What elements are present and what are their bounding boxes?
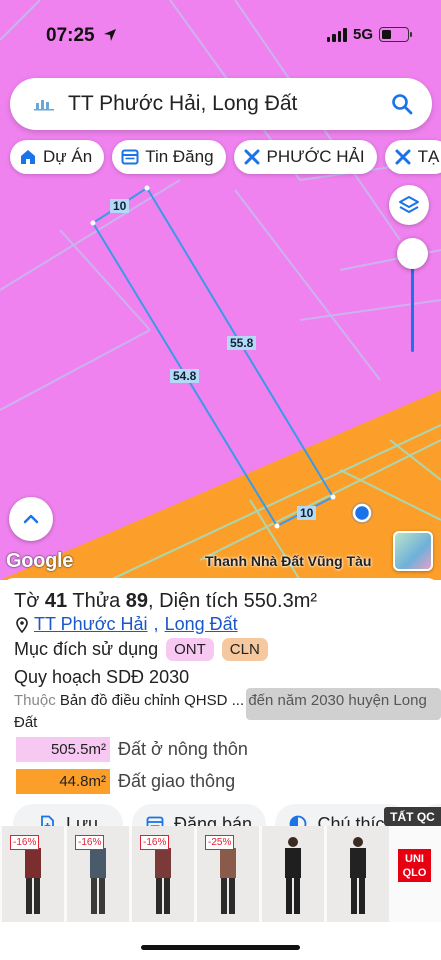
parcel-title: Tờ 41 Thửa 89, Diện tích 550.3m² — [14, 590, 317, 613]
layers-button[interactable] — [389, 185, 429, 225]
google-logo: Google — [6, 550, 74, 572]
opacity-slider-track[interactable] — [411, 255, 414, 352]
home-icon — [19, 148, 37, 166]
listing-icon — [121, 148, 139, 166]
discount-badge: -16% — [10, 835, 40, 850]
battery-icon — [379, 27, 412, 42]
uniqlo-logo: UNI QLO — [398, 849, 431, 882]
clock-text: 07:25 — [46, 25, 95, 46]
layers-icon — [399, 196, 419, 213]
chip-label: TẠ — [417, 147, 440, 166]
chip-du-an[interactable]: Dự Án — [10, 140, 105, 174]
status-bar: 07:25 5G — [0, 0, 441, 70]
legend-label: Đất giao thông — [118, 771, 236, 791]
location-pin-icon — [16, 616, 28, 633]
location-district-link[interactable]: Long Đất — [165, 614, 238, 635]
location-separator: , — [153, 614, 159, 634]
search-icon[interactable] — [382, 84, 422, 124]
zone-icon — [394, 148, 412, 166]
chip-tin-dang[interactable]: Tin Đăng — [112, 140, 226, 174]
tag-ont: ONT — [166, 638, 214, 661]
source-prefix: Thuộc — [14, 692, 56, 709]
collapse-button[interactable] — [9, 497, 53, 541]
discount-badge: -16% — [75, 835, 105, 850]
discount-badge: -25% — [205, 835, 235, 850]
lot-label: Thửa — [72, 590, 121, 612]
status-time: 07:25 — [46, 25, 117, 47]
chip-phuoc-hai[interactable]: PHƯỚC HẢI — [233, 140, 377, 174]
app-screen: 10 55.8 54.8 10 07:25 5G TT Phước Hải, L… — [0, 0, 441, 960]
legend-row-residential: 505.5m² Đất ở nông thôn — [16, 737, 248, 762]
land-purpose-line: Mục đích sử dụng ONT CLN — [14, 638, 268, 661]
chip-label: Tin Đăng — [145, 147, 214, 166]
land-map[interactable]: 10 55.8 54.8 10 07:25 5G TT Phước Hải, L… — [0, 0, 441, 580]
status-indicators: 5G — [326, 26, 412, 43]
search-input[interactable]: TT Phước Hải, Long Đất — [68, 92, 382, 116]
measure-label-right: 55.8 — [227, 336, 257, 350]
tag-cln: CLN — [221, 638, 268, 661]
chip-ta[interactable]: TẠ — [384, 140, 441, 174]
legend-label: Đất ở nông thôn — [118, 739, 248, 759]
ad-close-label[interactable]: TẤT QC — [384, 807, 441, 826]
ad-product[interactable]: -16% — [2, 826, 64, 922]
ad-product[interactable] — [262, 826, 324, 922]
product-figure-icon — [285, 837, 301, 914]
measure-label-bottom: 10 — [297, 506, 317, 520]
ad-product[interactable]: -16% — [132, 826, 194, 922]
zone-icon — [243, 148, 261, 166]
map-thumbnail[interactable] — [393, 531, 433, 571]
legend-row-road: 44.8m² Đất giao thông — [16, 769, 235, 794]
product-figure-icon — [350, 837, 366, 914]
home-indicator[interactable] — [141, 945, 300, 950]
area-label: , Diện tích — [148, 590, 239, 612]
chip-label: PHƯỚC HẢI — [266, 147, 365, 166]
plan-title: Quy hoạch SDĐ 2030 — [14, 667, 190, 687]
measure-label-top: 10 — [110, 199, 130, 213]
ad-product[interactable] — [327, 826, 389, 922]
chip-label: Dự Án — [43, 147, 93, 166]
ad-banner[interactable]: -16% -16% -16% -25% — [0, 826, 441, 922]
area-value: 550.3m² — [243, 590, 318, 612]
search-bar[interactable]: TT Phước Hải, Long Đất — [10, 78, 432, 130]
ad-product[interactable]: -16% — [67, 826, 129, 922]
sheet-number: 41 — [44, 590, 68, 612]
ad-product[interactable]: -25% — [197, 826, 259, 922]
filter-chips: Dự Án Tin Đăng PHƯỚC HẢI TẠ — [10, 140, 441, 174]
brand-watermark: Thanh Nhà Đất Vũng Tàu — [205, 553, 372, 569]
chevron-up-icon — [23, 514, 39, 524]
location-line: TT Phước Hải, Long Đất — [16, 614, 238, 635]
app-logo-icon — [32, 92, 56, 116]
location-arrow-icon — [103, 29, 116, 41]
purpose-label: Mục đích sử dụng — [14, 639, 159, 659]
location-town-link[interactable]: TT Phước Hải — [34, 614, 148, 635]
overlay-watermark — [246, 688, 441, 720]
discount-badge: -16% — [140, 835, 170, 850]
legend-value: 505.5m² — [16, 737, 110, 762]
measure-label-left: 54.8 — [170, 369, 200, 383]
sheet-label: Tờ — [14, 590, 40, 612]
legend-value: 44.8m² — [16, 769, 110, 794]
network-type: 5G — [352, 26, 373, 43]
lot-number: 89 — [125, 590, 149, 612]
signal-icon — [326, 27, 347, 42]
opacity-slider-handle[interactable] — [397, 238, 428, 269]
